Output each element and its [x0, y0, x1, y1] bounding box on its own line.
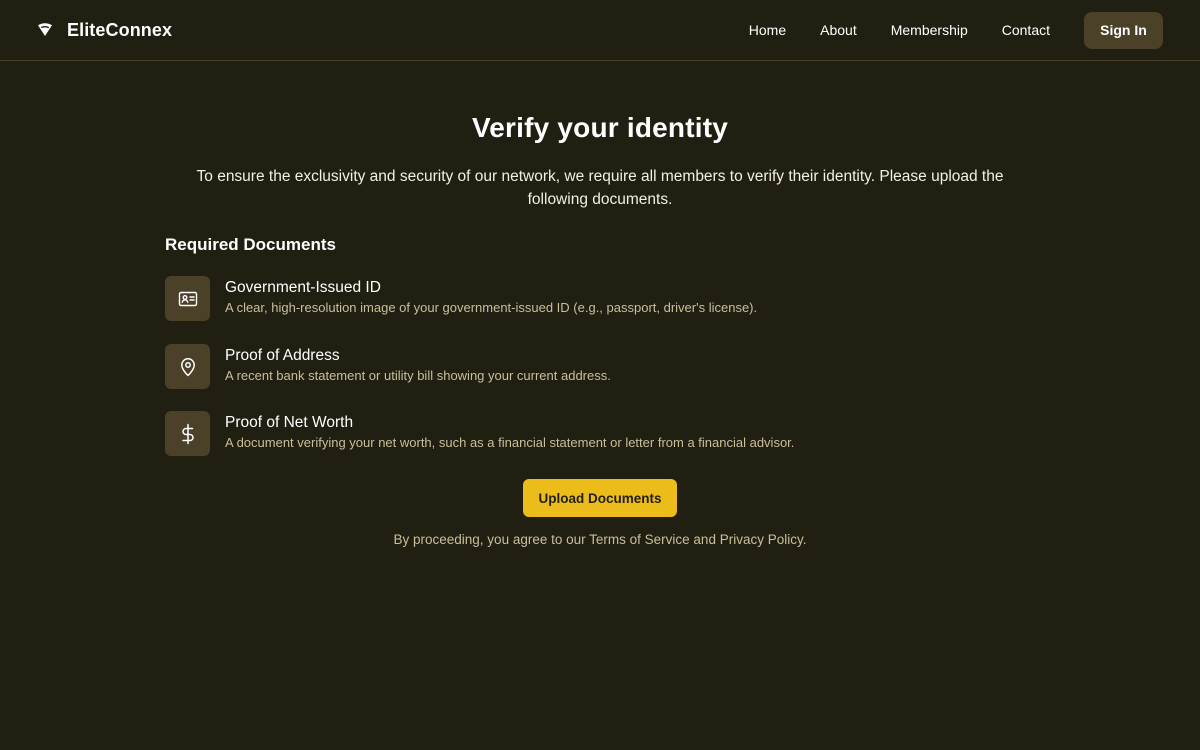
intro-text: To ensure the exclusivity and security o…	[196, 168, 1004, 208]
nav-about[interactable]: About	[820, 22, 857, 38]
upload-documents-button[interactable]: Upload Documents	[523, 479, 677, 517]
section-title-required-documents: Required Documents	[165, 235, 336, 254]
document-description: A recent bank statement or utility bill …	[225, 368, 611, 383]
terms-suffix: .	[802, 532, 807, 547]
document-title: Proof of Net Worth	[225, 414, 354, 431]
terms-middle: and	[689, 532, 720, 547]
nav-membership[interactable]: Membership	[891, 22, 968, 38]
top-nav-bar: EliteConnex Home About Membership Contac…	[0, 0, 1200, 61]
nav-home[interactable]: Home	[749, 22, 786, 38]
brand[interactable]: EliteConnex	[36, 0, 172, 60]
document-title: Government-Issued ID	[225, 279, 381, 296]
document-item-proof-of-address: Proof of Address A recent bank statement…	[165, 344, 1035, 390]
nav-contact[interactable]: Contact	[1002, 22, 1050, 38]
wifi-logo-icon	[36, 21, 54, 39]
sign-in-button[interactable]: Sign In	[1084, 11, 1163, 49]
document-item-proof-of-net-worth: Proof of Net Worth A document verifying …	[165, 411, 1035, 457]
terms-prefix: By proceeding, you agree to our	[393, 532, 590, 547]
document-description: A clear, high-resolution image of your g…	[225, 300, 758, 315]
document-description: A document verifying your net worth, suc…	[225, 435, 795, 450]
document-item-government-id: Government-Issued ID A clear, high-resol…	[165, 276, 1035, 322]
terms-of-service-link[interactable]: Terms of Service	[589, 532, 690, 547]
page-title: Verify your identity	[471, 112, 729, 143]
terms-notice: By proceeding, you agree to our Terms of…	[0, 532, 1200, 547]
document-title: Proof of Address	[225, 347, 340, 364]
dollar-icon	[165, 411, 210, 456]
brand-name: EliteConnex	[67, 19, 173, 40]
main-nav: Home About Membership Contact Sign In	[749, 0, 1163, 60]
map-pin-icon	[165, 344, 210, 389]
id-card-icon	[165, 276, 210, 321]
privacy-policy-link[interactable]: Privacy Policy	[720, 532, 803, 547]
